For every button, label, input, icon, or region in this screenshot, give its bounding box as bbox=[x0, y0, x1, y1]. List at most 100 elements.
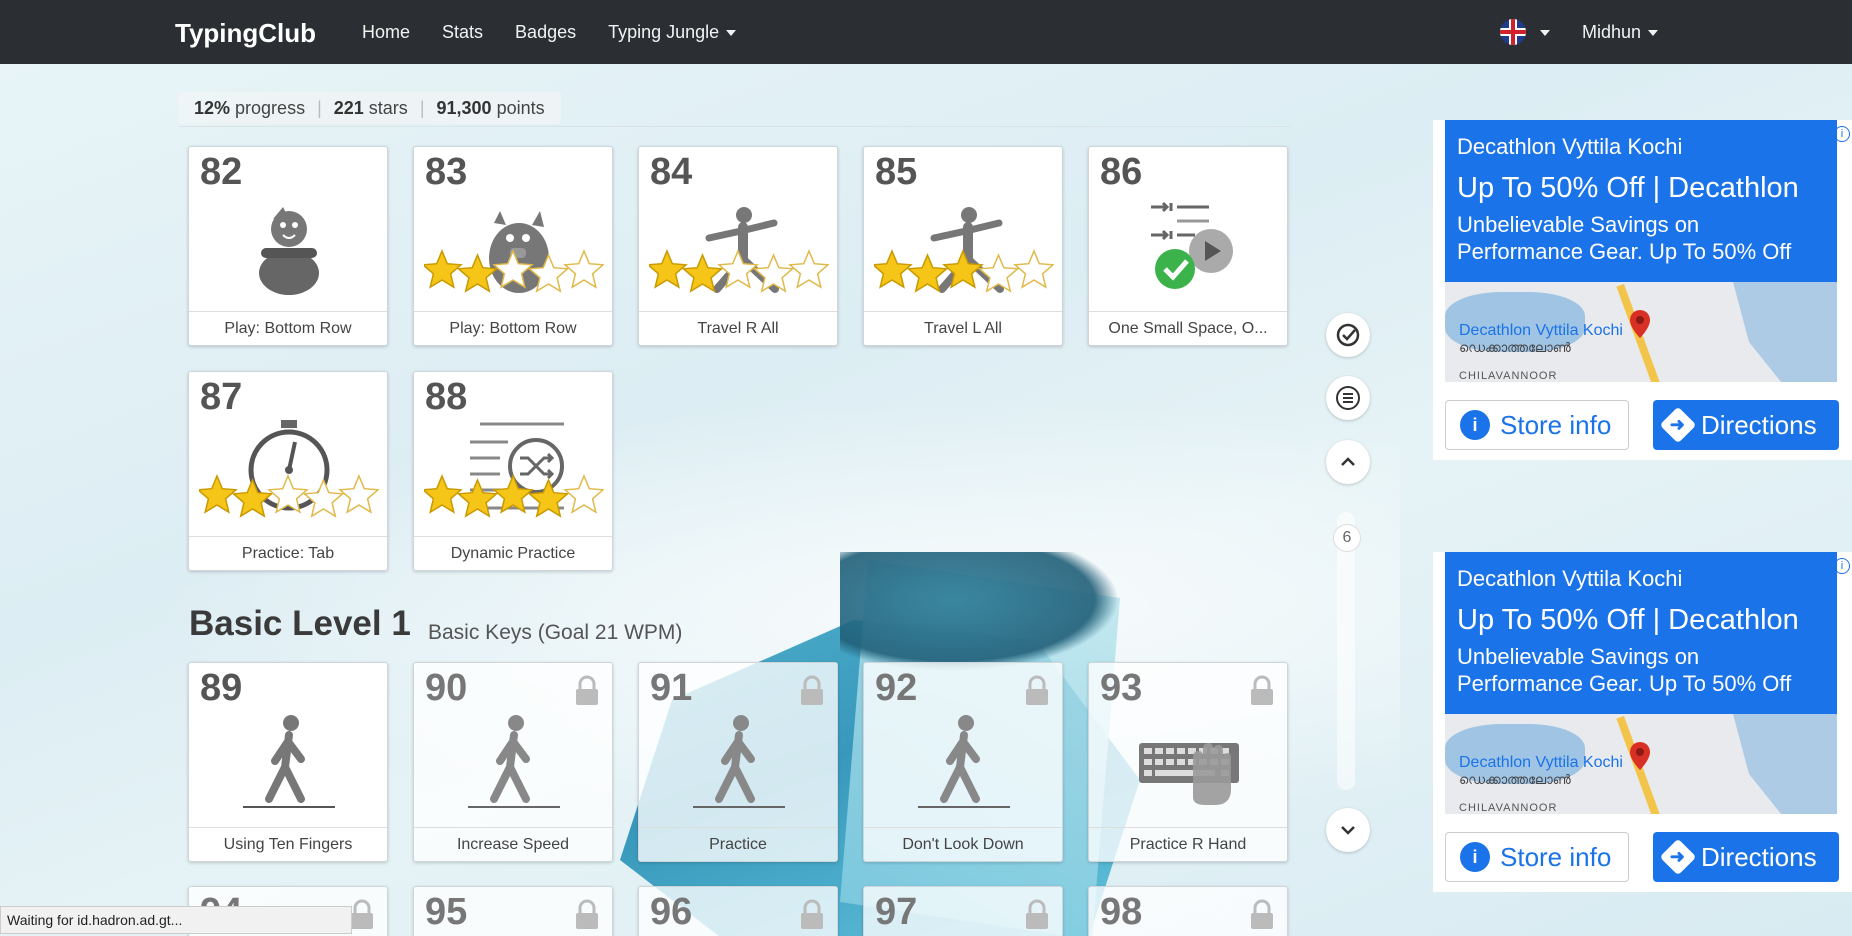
filled-star-icon bbox=[527, 478, 570, 518]
filled-star-icon bbox=[199, 474, 238, 514]
store-info-label: Store info bbox=[1500, 409, 1612, 440]
lesson-card-98[interactable]: 98 bbox=[1088, 886, 1288, 936]
walking-person-icon bbox=[468, 715, 560, 808]
map-pin-icon bbox=[1630, 310, 1650, 338]
lock-icon bbox=[576, 899, 598, 929]
store-info-button[interactable]: i Store info bbox=[1445, 400, 1629, 450]
lesson-card-91[interactable]: 91 Practice bbox=[638, 662, 838, 862]
lesson-card-90[interactable]: 90 Increase Speed bbox=[413, 662, 613, 862]
filled-star-icon bbox=[456, 253, 499, 293]
lesson-card-85[interactable]: 85 Travel L All bbox=[863, 146, 1063, 346]
stars-value: 221 bbox=[333, 97, 364, 118]
ad-header[interactable]: Decathlon Vyttila Kochi Up To 50% Off | … bbox=[1445, 120, 1837, 282]
user-menu[interactable]: Midhun bbox=[1582, 22, 1659, 43]
lesson-card-95[interactable]: 95 bbox=[413, 886, 613, 936]
lesson-label: Don't Look Down bbox=[864, 827, 1062, 861]
check-circle-icon bbox=[1336, 323, 1360, 347]
lesson-label: Practice R Hand bbox=[1089, 827, 1287, 861]
top-navbar: TypingClub Home Stats Badges Typing Jung… bbox=[0, 0, 1852, 64]
ad-headline: Up To 50% Off | Decathlon bbox=[1457, 172, 1799, 204]
lesson-label: Travel L All bbox=[864, 311, 1062, 345]
nav-typing-jungle[interactable]: Typing Jungle bbox=[608, 22, 737, 43]
store-info-button[interactable]: i Store info bbox=[1445, 832, 1629, 882]
chevron-down-icon[interactable] bbox=[1540, 30, 1550, 36]
lesson-number: 87 bbox=[200, 376, 243, 418]
progress-label: progress bbox=[235, 97, 306, 118]
brand-logo[interactable]: TypingClub bbox=[175, 18, 316, 49]
walking-person-icon bbox=[918, 715, 1010, 808]
ad-banner[interactable]: i Decathlon Vyttila Kochi Up To 50% Off … bbox=[1433, 552, 1852, 892]
lock-icon bbox=[801, 675, 823, 705]
chevron-down-icon bbox=[1648, 30, 1659, 37]
ad-map[interactable]: Decathlon Vyttila Kochi ഡെക്കാത്തലോൺ CHI… bbox=[1445, 714, 1837, 814]
stars-label: stars bbox=[368, 97, 408, 118]
lesson-number: 92 bbox=[875, 667, 918, 709]
hamburger-icon bbox=[1336, 386, 1360, 410]
empty-star-icon bbox=[717, 249, 759, 289]
lesson-card-87[interactable]: 87 Practice: Tab bbox=[188, 371, 388, 571]
directions-icon: ➜ bbox=[1659, 406, 1697, 444]
lesson-number: 95 bbox=[425, 891, 468, 933]
scroll-page-indicator[interactable]: 6 bbox=[1333, 524, 1361, 552]
spacing-video-icon bbox=[1151, 201, 1233, 289]
filled-star-icon bbox=[649, 249, 688, 289]
lesson-number: 91 bbox=[650, 667, 693, 709]
keyboard-hand-icon bbox=[1139, 743, 1239, 805]
filled-star-icon bbox=[874, 249, 913, 289]
empty-star-icon bbox=[977, 253, 1020, 293]
directions-button[interactable]: ➜ Directions bbox=[1653, 832, 1839, 882]
menu-button[interactable] bbox=[1326, 376, 1370, 420]
background-tree bbox=[840, 552, 1120, 672]
progress-summary: 12% progress | 221 stars | 91,300 points bbox=[178, 92, 561, 124]
filled-star-icon bbox=[456, 478, 499, 518]
lesson-card-92[interactable]: 92 Don't Look Down bbox=[863, 662, 1063, 862]
scroll-up-button[interactable] bbox=[1326, 440, 1370, 484]
star-rating bbox=[649, 249, 829, 293]
lesson-label: One Small Space, O... bbox=[1089, 311, 1287, 345]
ad-banner[interactable]: i Decathlon Vyttila Kochi Up To 50% Off … bbox=[1433, 120, 1852, 460]
directions-label: Directions bbox=[1701, 409, 1817, 440]
points-label: points bbox=[496, 97, 545, 118]
filled-star-icon bbox=[906, 253, 949, 293]
lesson-label: Play: Bottom Row bbox=[414, 311, 612, 345]
lesson-label: Travel R All bbox=[639, 311, 837, 345]
lesson-card-97[interactable]: 97 bbox=[863, 886, 1063, 936]
lesson-label: Dynamic Practice bbox=[414, 536, 612, 570]
ad-map[interactable]: Decathlon Vyttila Kochi ഡെക്കാത്തലോൺ CHI… bbox=[1445, 282, 1837, 382]
lock-icon bbox=[801, 899, 823, 929]
map-label-local: ഡെക്കാത്തലോൺ bbox=[1459, 772, 1571, 787]
lesson-number: 96 bbox=[650, 891, 693, 933]
scroll-down-button[interactable] bbox=[1326, 808, 1370, 852]
nav-stats[interactable]: Stats bbox=[442, 22, 483, 43]
filled-star-icon bbox=[424, 249, 463, 289]
check-circle-button[interactable] bbox=[1326, 313, 1370, 357]
empty-star-icon bbox=[527, 253, 570, 293]
lesson-card-83[interactable]: 83 Play: Bottom Row bbox=[413, 146, 613, 346]
empty-star-icon bbox=[302, 478, 345, 518]
lesson-card-89[interactable]: 89 Using Ten Fingers bbox=[188, 662, 388, 862]
lesson-label: Increase Speed bbox=[414, 827, 612, 861]
lesson-card-93[interactable]: 93 Practice R Hand bbox=[1088, 662, 1288, 862]
lesson-card-84[interactable]: 84 Travel R All bbox=[638, 146, 838, 346]
section-subtitle: Basic Keys (Goal 21 WPM) bbox=[428, 621, 683, 644]
lesson-card-88[interactable]: 88 Dynamic Practice bbox=[413, 371, 613, 571]
scroll-track[interactable] bbox=[1337, 512, 1355, 790]
directions-label: Directions bbox=[1701, 841, 1817, 872]
lesson-number: 84 bbox=[650, 151, 693, 193]
progress-value: 12% bbox=[194, 97, 231, 118]
uk-flag-icon[interactable] bbox=[1500, 19, 1526, 45]
lesson-card-86[interactable]: 86 One Small Space, O... bbox=[1088, 146, 1288, 346]
lesson-card-82[interactable]: 82 Play: Bottom Row bbox=[188, 146, 388, 346]
lesson-label: Practice: Tab bbox=[189, 536, 387, 570]
nav-home[interactable]: Home bbox=[362, 22, 410, 43]
nav-links: Home Stats Badges Typing Jungle bbox=[362, 22, 768, 43]
lock-icon bbox=[1251, 899, 1273, 929]
chevron-up-icon bbox=[1341, 457, 1355, 466]
lesson-label: Practice bbox=[639, 827, 837, 861]
empty-star-icon bbox=[563, 249, 604, 289]
ad-header[interactable]: Decathlon Vyttila Kochi Up To 50% Off | … bbox=[1445, 552, 1837, 714]
lesson-card-96[interactable]: 96 bbox=[638, 886, 838, 936]
store-info-label: Store info bbox=[1500, 841, 1612, 872]
nav-badges[interactable]: Badges bbox=[515, 22, 576, 43]
directions-button[interactable]: ➜ Directions bbox=[1653, 400, 1839, 450]
